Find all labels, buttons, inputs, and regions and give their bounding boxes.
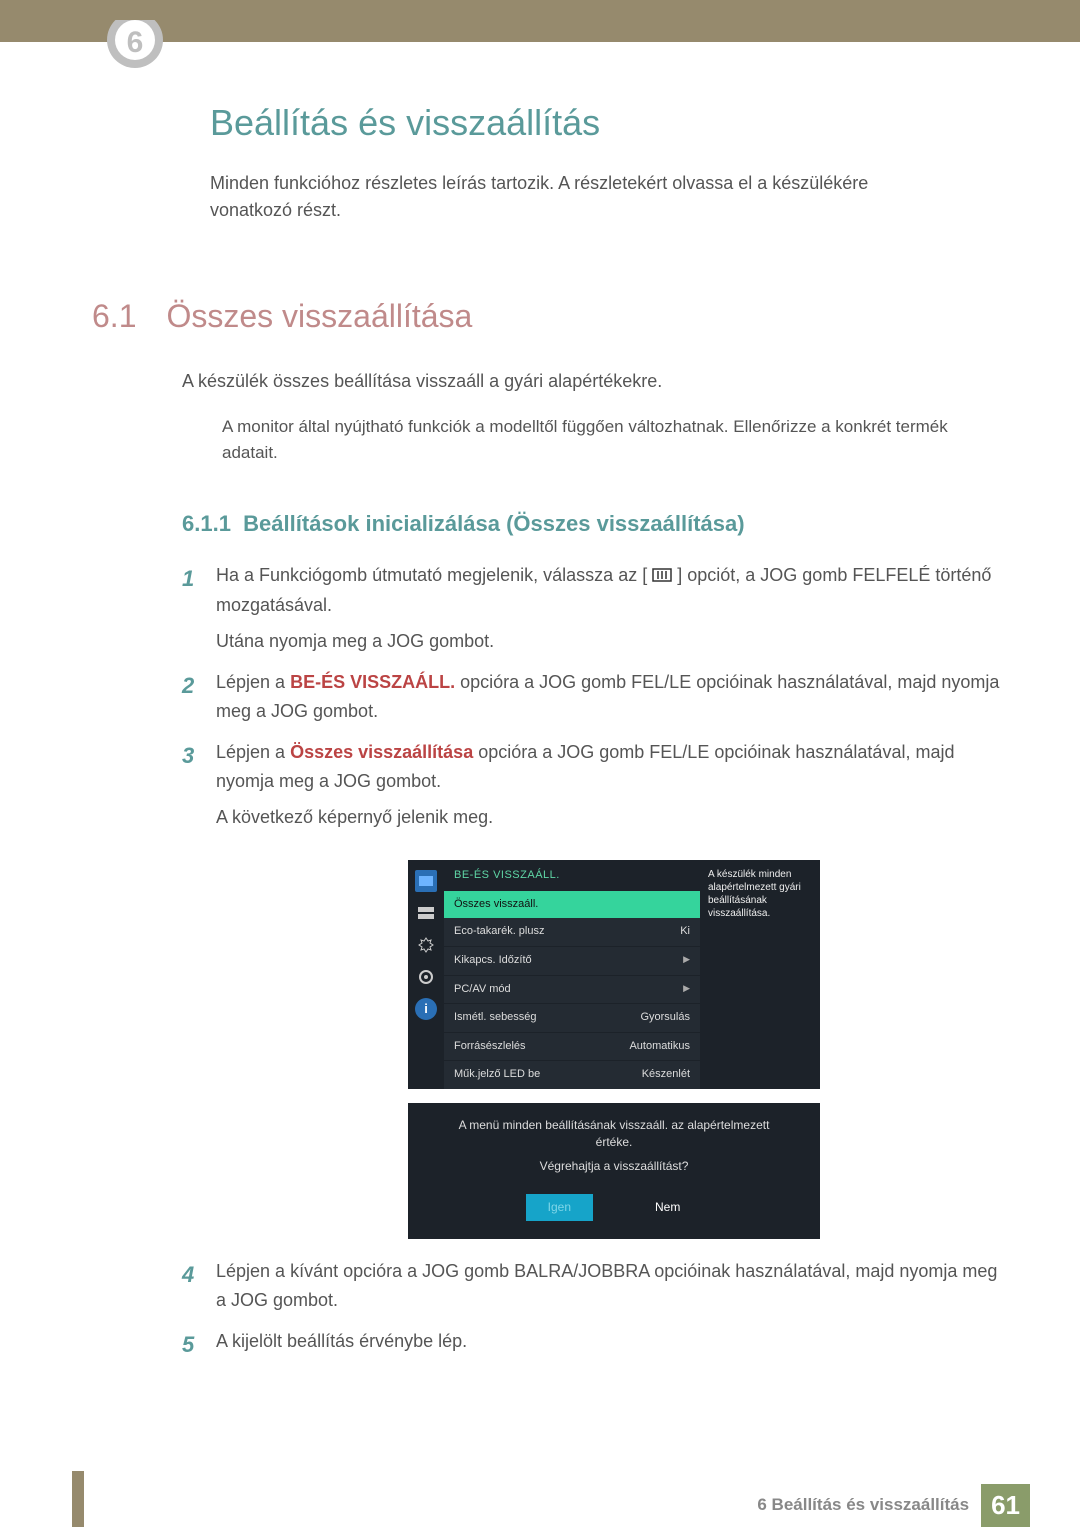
osd-row-label: PC/AV mód [454,981,511,999]
section-number: 6.1 [92,298,162,335]
osd-row-value: Ki [680,923,690,941]
osd-tooltip: A készülék minden alapértelmezett gyári … [700,860,820,1089]
step-1: 1 Ha a Funkciógomb útmutató megjelenik, … [182,561,1012,656]
osd-row-value: Automatikus [629,1038,690,1056]
step-text: Utána nyomja meg a JOG gombot. [216,627,1012,656]
step-text: Lépjen a kívánt opcióra a JOG gomb BALRA… [216,1261,997,1310]
note: A monitor által nyújtható funkciók a mod… [182,414,1002,465]
section-title: Összes visszaállítása [166,298,472,334]
osd-row: Eco-takarék. plusz Ki [444,918,700,946]
dialog-no-button[interactable]: Nem [633,1194,702,1221]
osd-header: BE-ÉS VISSZAÁLL. [444,860,700,891]
step-number: 5 [182,1327,194,1362]
intro-text: Minden funkcióhoz részletes leírás tarto… [210,170,940,224]
footer-page-number: 61 [981,1484,1030,1527]
osd-row: Ismétl. sebesség Gyorsulás [444,1003,700,1032]
step-number: 4 [182,1257,194,1292]
note-text: A monitor által nyújtható funkciók a mod… [222,417,948,462]
info-icon: i [415,998,437,1020]
step-text: Ha a Funkciógomb útmutató megjelenik, vá… [216,565,647,585]
chapter-icon: 6 [100,20,170,80]
step-number: 3 [182,738,194,773]
osd-row: Műk.jelző LED be Készenlét [444,1060,700,1089]
picture-icon [415,870,437,892]
step-2: 2 Lépjen a BE-ÉS VISSZAÁLL. opcióra a JO… [182,668,1012,726]
osd-screenshot: i BE-ÉS VISSZAÁLL. Összes visszaáll. Eco… [408,860,820,1239]
step-text: Lépjen a [216,672,290,692]
osd-row: Kikapcs. Időzítő ▶ [444,946,700,975]
footer-chapter: 6 Beállítás és visszaállítás [757,1495,969,1515]
osd-row: PC/AV mód ▶ [444,975,700,1004]
section-description: A készülék összes beállítása visszaáll a… [182,371,1080,392]
osd-dialog: A menü minden beállításának visszaáll. a… [408,1103,820,1239]
step-3: 3 Lépjen a Összes visszaállítása opcióra… [182,738,1012,1239]
step-text: A kijelölt beállítás érvénybe lép. [216,1331,467,1351]
footer: 6 Beállítás és visszaállítás 61 [0,1483,1080,1527]
settings-icon [415,966,437,988]
osd-main: BE-ÉS VISSZAÁLL. Összes visszaáll. Eco-t… [444,860,700,1089]
step-text: A következő képernyő jelenik meg. [216,803,1012,832]
osd-row-label: Ismétl. sebesség [454,1009,537,1027]
step-number: 1 [182,561,194,596]
osd-row-label: Műk.jelző LED be [454,1066,540,1084]
step-number: 2 [182,668,194,703]
osd-row-value: ▶ [683,981,690,999]
osd-row-value: ▶ [683,952,690,970]
dialog-text: A menü minden beállításának visszaáll. a… [456,1117,772,1151]
osd-row-value: Gyorsulás [640,1009,690,1027]
dialog-yes-button[interactable]: Igen [526,1194,593,1221]
osd-selected-row: Összes visszaáll. [444,891,700,919]
menu-icon [652,562,672,591]
step-5: 5 A kijelölt beállítás érvénybe lép. [182,1327,1012,1356]
page-title: Beállítás és visszaállítás [210,102,1080,144]
osd-row-value: Készenlét [642,1066,690,1084]
subsection-number: 6.1.1 [182,511,231,536]
subsection-name: Beállítások inicializálása (Összes vissz… [243,511,744,536]
osd-row: Forrásészlelés Automatikus [444,1032,700,1061]
options-icon [415,934,437,956]
svg-text:6: 6 [127,26,144,59]
osd-row-label: Forrásészlelés [454,1038,526,1056]
osd-row-label: Eco-takarék. plusz [454,923,544,941]
osd-sidebar: i [408,860,444,1089]
bold-term: BE-ÉS VISSZAÁLL. [290,672,455,692]
section-heading: 6.1 Összes visszaállítása [92,298,1080,335]
bold-term: Összes visszaállítása [290,742,473,762]
dialog-question: Végrehajtja a visszaállítást? [426,1157,802,1176]
step-4: 4 Lépjen a kívánt opcióra a JOG gomb BAL… [182,1257,1012,1315]
screen-icon [415,902,437,924]
subsection-title: 6.1.1 Beállítások inicializálása (Összes… [182,511,1080,537]
step-text: Lépjen a [216,742,290,762]
osd-row-label: Kikapcs. Időzítő [454,952,532,970]
